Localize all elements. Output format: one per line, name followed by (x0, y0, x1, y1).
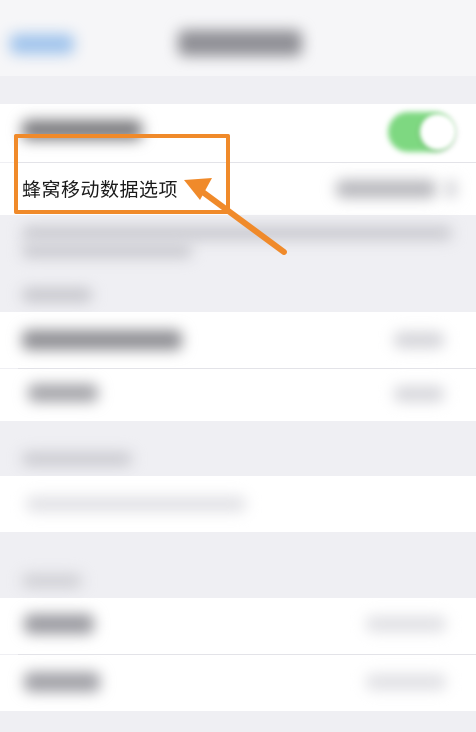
settings-screen: 蜂窝移动数据选项 (0, 0, 476, 732)
settings-cell-value (366, 616, 446, 632)
settings-cell-label (22, 330, 182, 350)
settings-cell-label (26, 496, 246, 512)
section-footer-text (22, 244, 192, 258)
settings-cell-label (28, 384, 98, 402)
section-header (22, 452, 132, 466)
settings-cell-label (24, 672, 100, 692)
toggle-knob (420, 114, 456, 150)
chevron-right-icon (446, 180, 456, 198)
settings-cell-value (366, 674, 446, 690)
cellular-data-options-value (336, 180, 436, 198)
settings-cell-value (394, 332, 444, 348)
highlight-box (14, 134, 230, 214)
back-button[interactable] (10, 34, 74, 54)
section-header (22, 574, 82, 588)
settings-cell-label (24, 614, 94, 634)
settings-cell-value (394, 386, 444, 402)
page-title (178, 30, 302, 56)
section-footer-text (22, 226, 452, 240)
section-header (22, 288, 92, 302)
